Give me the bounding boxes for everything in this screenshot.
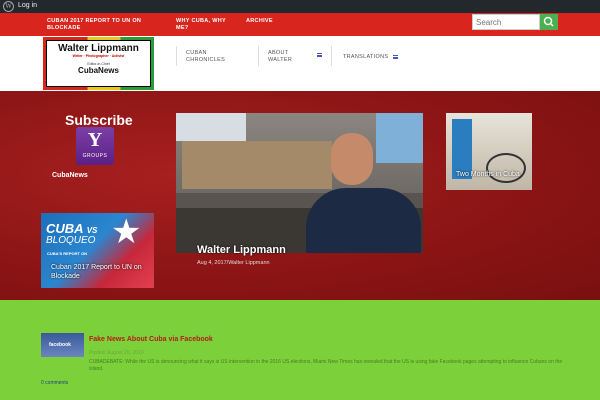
logo-name: Walter Lippmann (58, 43, 139, 54)
photo-person (306, 188, 421, 253)
bloqueo-heading-bloqueo: BLOQUEO (46, 235, 96, 246)
photo-door (452, 119, 472, 179)
about-submenu-icon[interactable] (317, 53, 322, 57)
featured-post-title[interactable]: Walter Lippmann (197, 244, 286, 256)
photo-head (331, 133, 373, 185)
nav-divider (258, 46, 259, 66)
translations-submenu-icon[interactable] (393, 55, 398, 59)
photo-board (182, 141, 332, 189)
post-excerpt: CUBADEBATE: While the US is denouncing w… (89, 359, 563, 372)
nav-divider (176, 46, 177, 66)
bloqueo-subtitle: CUBA'S REPORT ON (47, 251, 88, 256)
logo-tagline: Writer · Photographer · Activist (72, 54, 125, 58)
top-nav-archive[interactable]: ARCHIVE (246, 18, 273, 25)
admin-bar: W Log in (0, 0, 600, 13)
search-input[interactable] (472, 14, 540, 30)
top-nav-blockade-report[interactable]: CUBAN 2017 REPORT TO UN ON BLOCKADE (47, 18, 159, 32)
side-post-image[interactable]: Two Months in Cuba (446, 113, 532, 190)
photo-bicycle (486, 153, 526, 183)
subscribe-heading: Subscribe (65, 112, 133, 128)
post-meta: Posted: August 20, 2019 (89, 350, 144, 356)
star-icon: ★ (111, 213, 142, 251)
nav-about-walter[interactable]: ABOUT WALTER (268, 50, 312, 64)
search-button[interactable] (540, 14, 558, 30)
nav-translations[interactable]: TRANSLATIONS (343, 54, 388, 61)
login-link[interactable]: Log in (18, 2, 37, 9)
featured-post-meta: Aug 4, 2017/Walter Lippmann (197, 260, 270, 266)
site-logo[interactable]: Walter Lippmann Writer · Photographer · … (43, 37, 154, 90)
post-title[interactable]: Fake News About Cuba via Facebook (89, 336, 213, 343)
facebook-label: facebook (49, 342, 71, 348)
photo-window (176, 113, 246, 141)
post-comments-link[interactable]: 0 comments (41, 380, 68, 386)
bloqueo-caption[interactable]: Cuban 2017 Report to UN on Blockade (51, 263, 151, 281)
top-nav-why-cuba[interactable]: WHY CUBA, WHY ME? (176, 18, 236, 32)
search-icon (543, 16, 554, 27)
bloqueo-vs: VS (86, 226, 98, 235)
yahoo-groups-icon[interactable]: Y GROUPS (76, 127, 114, 165)
cubanews-link[interactable]: CubaNews (52, 172, 88, 179)
nav-divider (331, 46, 332, 66)
nav-cuban-chronicles[interactable]: CUBAN CHRONICLES (186, 50, 241, 64)
blockade-report-card[interactable]: ★ CUBA VS BLOQUEO CUBA'S REPORT ON Cuban… (41, 213, 154, 288)
post-thumbnail[interactable]: facebook (41, 333, 84, 357)
logo-brand: CubaNews (78, 66, 119, 75)
featured-post-image[interactable] (176, 113, 423, 253)
photo-map (376, 113, 423, 163)
wordpress-icon[interactable]: W (3, 1, 14, 12)
bloqueo-heading-cuba: CUBA VS (46, 221, 98, 236)
side-post-caption[interactable]: Two Months in Cuba (456, 171, 520, 178)
yahoo-groups-letter: Y (87, 129, 103, 151)
yahoo-groups-label: GROUPS (82, 153, 108, 159)
